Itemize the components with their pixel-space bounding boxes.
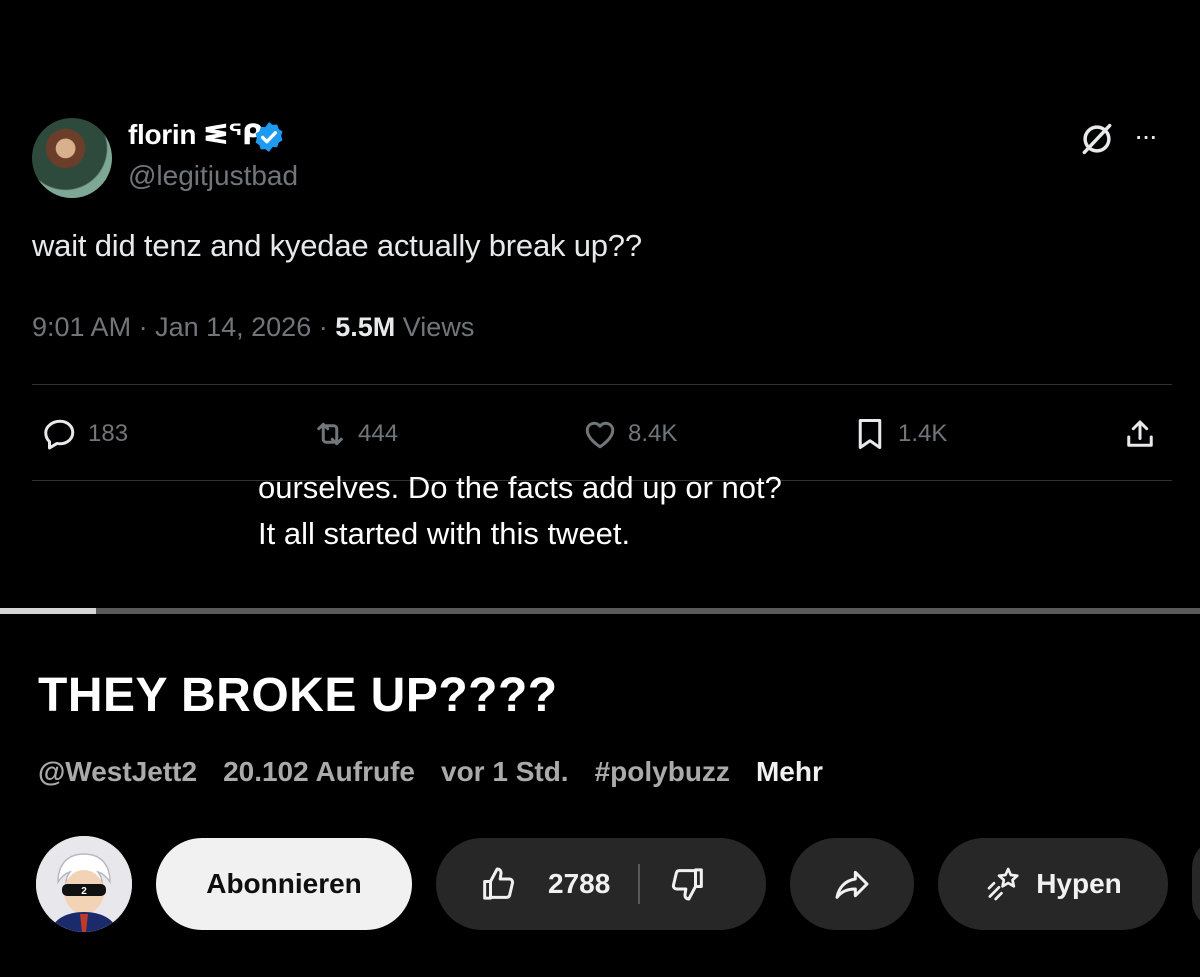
view-count: 20.102 Aufrufe [223, 756, 415, 787]
video-progress-fill [0, 608, 96, 614]
like-count: 8.4K [628, 420, 678, 447]
channel-handle-link[interactable]: @WestJett2 [38, 756, 197, 788]
share-button[interactable] [790, 838, 914, 930]
subtitle-line-1: ourselves. Do the facts add up or not? [258, 470, 782, 505]
grok-icon [1082, 123, 1112, 155]
bookmark-count: 1.4K [898, 420, 948, 447]
reply-count: 183 [88, 420, 129, 447]
subscribe-button[interactable]: Abonnieren [156, 838, 412, 930]
video-info-line: @WestJett2 20.102 Aufrufe vor 1 Std. #po… [38, 756, 823, 788]
like-count-label: 2788 [548, 868, 611, 899]
bookmark-icon [858, 419, 882, 449]
more-link[interactable]: Mehr [756, 756, 823, 788]
more-options-icon: ··· [1134, 120, 1158, 151]
tweet-display-name: florin ᓬᕿ [128, 119, 263, 150]
tweet-author-avatar [32, 118, 112, 198]
reply-action: 183 [42, 414, 128, 454]
bookmark-action: 1.4K [852, 414, 947, 454]
tweet-meta: 9:01 AM · Jan 14, 2026 · 5.5M Views [32, 312, 474, 343]
video-player[interactable]: florin ᓬᕿ @legitjustbad ··· wait did ten… [0, 0, 1200, 608]
subtitle-line-2: It all started with this tweet. [258, 516, 631, 551]
upload-age: vor 1 Std. [441, 756, 569, 787]
share-arrow-icon [835, 870, 869, 899]
hashtag-link[interactable]: #polybuzz [595, 756, 730, 788]
video-progress-bar[interactable] [0, 608, 1200, 614]
tweet-text: wait did tenz and kyedae actually break … [32, 228, 642, 263]
tweet-views-label: Views [402, 312, 475, 342]
upload-share-icon [1127, 420, 1153, 447]
repost-icon [317, 422, 343, 446]
channel-avatar-image: 2 [36, 836, 132, 932]
tweet-time: 9:01 AM [32, 312, 132, 342]
tweet-divider-top [32, 384, 1172, 385]
channel-avatar[interactable]: 2 [36, 836, 132, 932]
tweet-handle: @legitjustbad [128, 160, 299, 191]
tweet-date: Jan 14, 2026 [155, 312, 312, 342]
more-actions-button[interactable] [1192, 838, 1200, 930]
thumbs-down-icon[interactable] [668, 864, 708, 904]
like-dislike-separator [638, 864, 641, 904]
like-dislike-group: 2788 [436, 838, 766, 930]
tweet-views-count: 5.5M [335, 312, 396, 342]
repost-action: 444 [312, 414, 398, 454]
meta-separator: · [138, 312, 156, 342]
video-title: THEY BROKE UP???? [38, 669, 558, 722]
hype-sparkle-icon [987, 867, 1019, 901]
share-tweet-action [1122, 414, 1168, 454]
hype-button[interactable]: Hypen [938, 838, 1168, 930]
svg-text:2: 2 [81, 886, 87, 897]
reply-icon [44, 419, 75, 450]
meta-separator: · [318, 312, 336, 342]
like-action: 8.4K [582, 414, 677, 454]
repost-count: 444 [358, 420, 399, 447]
thumbs-up-icon[interactable] [478, 864, 518, 904]
heart-icon [585, 421, 615, 449]
hype-label: Hypen [1036, 868, 1122, 899]
verified-badge-icon [255, 122, 283, 152]
